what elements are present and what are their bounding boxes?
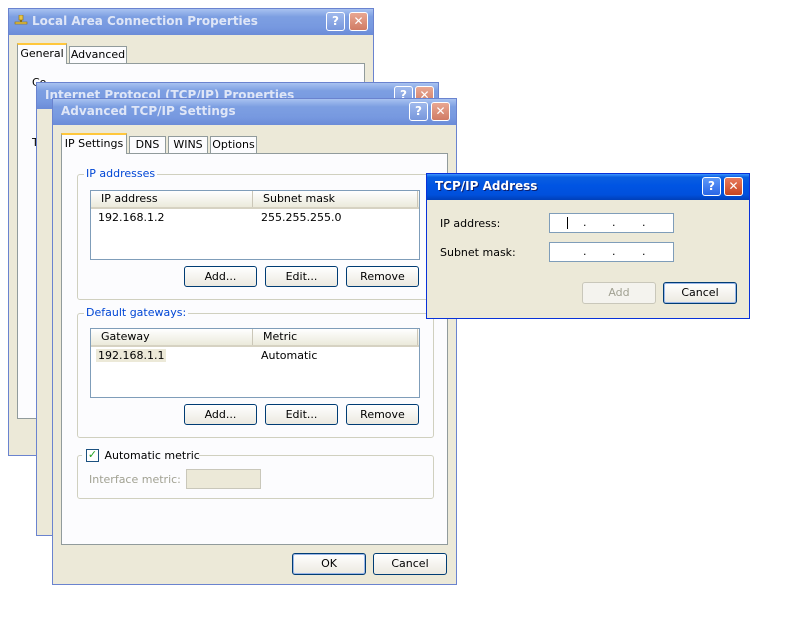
gateway-list-header: Gateway Metric	[91, 329, 419, 347]
ipdlg-close-icon[interactable]: ✕	[724, 177, 743, 196]
lac-close-icon[interactable]: ✕	[349, 12, 368, 31]
tab-dns[interactable]: DNS	[129, 136, 166, 154]
advanced-cancel-button[interactable]: Cancel	[373, 553, 447, 575]
lac-tab-general[interactable]: General	[17, 43, 67, 64]
advanced-ok-button[interactable]: OK	[292, 553, 366, 575]
ipdlg-title: TCP/IP Address	[435, 179, 538, 193]
ip-remove-button[interactable]: Remove	[346, 266, 419, 287]
text-caret	[567, 217, 568, 229]
automatic-metric-label: Automatic metric	[104, 449, 200, 462]
col-gateway[interactable]: Gateway	[91, 329, 253, 345]
gateway-add-button[interactable]: Add...	[184, 404, 257, 425]
table-row[interactable]: 192.168.1.2 255.255.255.0	[91, 210, 419, 224]
ipdlg-mask-label: Subnet mask:	[440, 246, 516, 259]
interface-metric-label: Interface metric:	[89, 473, 181, 486]
lac-tab-advanced[interactable]: Advanced	[69, 46, 127, 64]
tab-options[interactable]: Options	[210, 136, 257, 154]
ip-address-list[interactable]: IP address Subnet mask 192.168.1.2 255.2…	[90, 190, 420, 260]
interface-metric-input[interactable]	[186, 469, 261, 489]
table-row[interactable]: 192.168.1.1 Automatic	[91, 348, 419, 362]
automatic-metric-toggle[interactable]: ✓ Automatic metric	[82, 448, 200, 462]
subnet-mask-input[interactable]: . . .	[549, 242, 674, 262]
ipdlg-help-icon[interactable]: ?	[702, 177, 721, 196]
ip-edit-button[interactable]: Edit...	[265, 266, 338, 287]
network-connection-icon	[14, 14, 28, 27]
ip-address-input[interactable]: . . .	[549, 213, 674, 233]
col-subnet-mask[interactable]: Subnet mask	[253, 191, 418, 207]
gateway-list[interactable]: Gateway Metric 192.168.1.1 Automatic	[90, 328, 420, 398]
ip-settings-panel: IP addresses IP address Subnet mask 192.…	[61, 153, 448, 545]
gateway-edit-button[interactable]: Edit...	[265, 404, 338, 425]
tab-ip-settings[interactable]: IP Settings	[61, 133, 127, 154]
ipdlg-ip-label: IP address:	[440, 217, 501, 230]
col-metric[interactable]: Metric	[253, 329, 418, 345]
advanced-tcpip-window: Advanced TCP/IP Settings ? ✕ IP Settings…	[52, 98, 457, 585]
lac-titlebar[interactable]: Local Area Connection Properties ? ✕	[9, 9, 373, 35]
tcpip-address-dialog: TCP/IP Address ? ✕ IP address: . . . Sub…	[426, 173, 750, 319]
advanced-help-icon[interactable]: ?	[409, 102, 428, 121]
ip-add-button[interactable]: Add...	[184, 266, 257, 287]
ipdlg-add-button[interactable]: Add	[582, 282, 656, 304]
ipdlg-cancel-button[interactable]: Cancel	[663, 282, 737, 304]
tab-wins[interactable]: WINS	[168, 136, 208, 154]
gateway-cell: 192.168.1.1	[96, 349, 167, 362]
ip-addresses-group-label: IP addresses	[84, 167, 158, 180]
ip-cell: 192.168.1.2	[98, 211, 165, 224]
advanced-title: Advanced TCP/IP Settings	[61, 104, 236, 118]
advanced-close-icon[interactable]: ✕	[431, 102, 450, 121]
gateway-remove-button[interactable]: Remove	[346, 404, 419, 425]
ip-list-header: IP address Subnet mask	[91, 191, 419, 209]
ipdlg-titlebar[interactable]: TCP/IP Address ? ✕	[427, 174, 749, 200]
col-ip-address[interactable]: IP address	[91, 191, 253, 207]
automatic-metric-checkbox[interactable]: ✓	[86, 449, 99, 462]
lac-help-icon[interactable]: ?	[326, 12, 345, 31]
lac-title: Local Area Connection Properties	[32, 14, 258, 28]
metric-cell: Automatic	[261, 349, 318, 362]
mask-cell: 255.255.255.0	[261, 211, 342, 224]
gateways-group-label: Default gateways:	[84, 306, 189, 319]
advanced-titlebar[interactable]: Advanced TCP/IP Settings ? ✕	[53, 99, 456, 125]
